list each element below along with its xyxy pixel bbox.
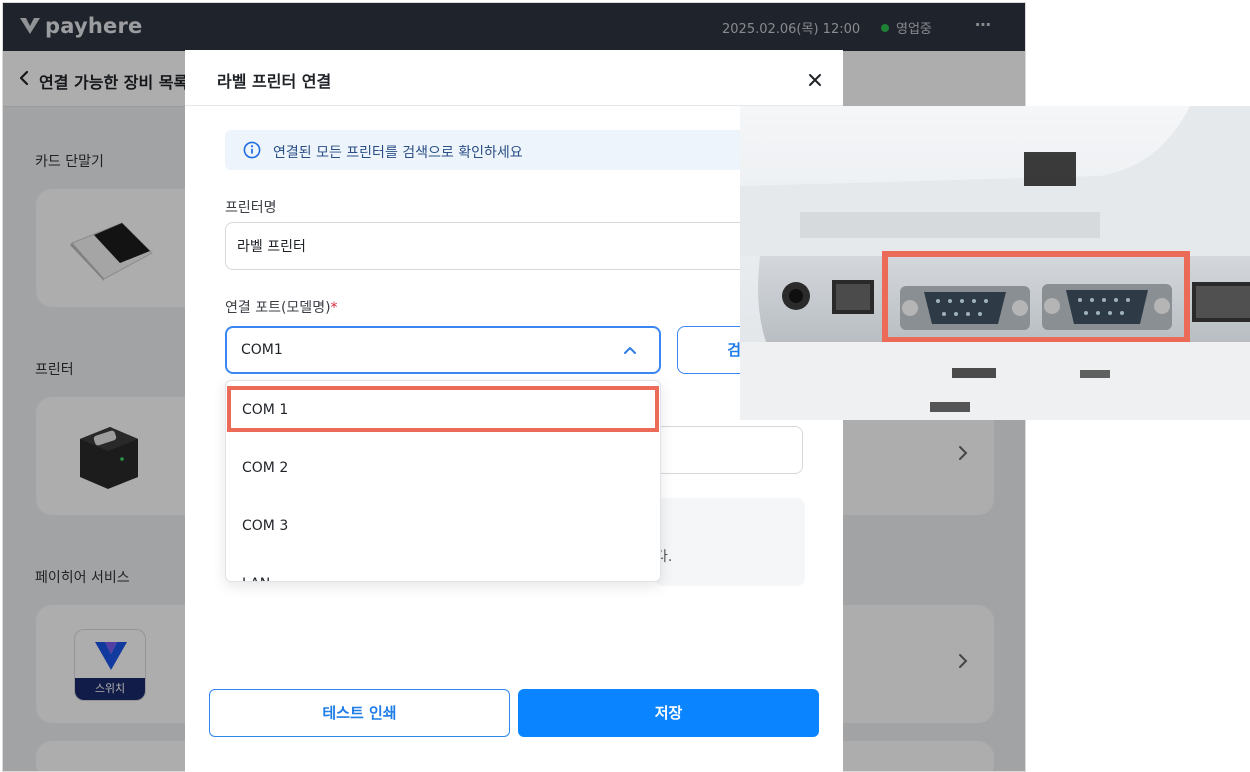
info-icon bbox=[243, 141, 261, 159]
dropdown-option-com2[interactable]: COM 2 bbox=[226, 439, 660, 497]
notice-box bbox=[655, 498, 805, 586]
test-print-button[interactable]: 테스트 인쇄 bbox=[209, 689, 510, 737]
save-button[interactable]: 저장 bbox=[518, 689, 819, 737]
chevron-up-icon bbox=[624, 347, 636, 354]
model-name-input[interactable] bbox=[655, 426, 803, 474]
dropdown-option-com3[interactable]: COM 3 bbox=[226, 497, 660, 555]
com-port-photo bbox=[740, 106, 1250, 420]
modal-header: 라벨 프린터 연결 bbox=[185, 50, 843, 106]
printer-name-input[interactable] bbox=[225, 222, 805, 270]
dropdown-option-lan[interactable]: LAN bbox=[226, 555, 660, 581]
port-select[interactable]: COM1 bbox=[225, 326, 661, 374]
close-icon[interactable] bbox=[805, 70, 825, 90]
port-label-text: 연결 포트(모델명) bbox=[225, 300, 331, 316]
app-root: payhere 2025.02.06(목) 12:00 영업중 ⋯ 연결 가능한… bbox=[0, 0, 1250, 772]
port-select-value: COM1 bbox=[241, 342, 283, 358]
modal-title: 라벨 프린터 연결 bbox=[217, 72, 332, 91]
port-label: 연결 포트(모델명)* bbox=[225, 297, 338, 317]
printer-name-label: 프린터명 bbox=[225, 200, 277, 216]
info-banner: 연결된 모든 프린터를 검색으로 확인하세요 bbox=[225, 130, 805, 170]
db9-port-1 bbox=[900, 286, 1030, 330]
db9-port-2 bbox=[1042, 284, 1172, 330]
highlight-box bbox=[227, 386, 659, 432]
required-mark: * bbox=[330, 300, 338, 316]
info-text: 연결된 모든 프린터를 검색으로 확인하세요 bbox=[273, 145, 523, 161]
device-rear-illustration bbox=[740, 106, 1250, 420]
port-dropdown-menu: COM 1 COM 2 COM 3 LAN bbox=[225, 380, 661, 582]
